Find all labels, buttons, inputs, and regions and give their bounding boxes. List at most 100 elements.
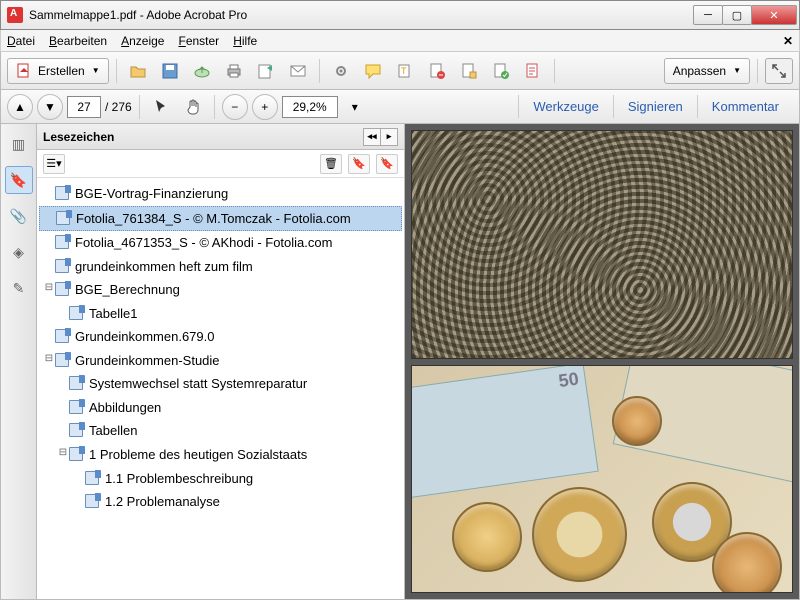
bookmark-item[interactable]: Fotolia_4671353_S - © AKhodi - Fotolia.c… [39, 231, 402, 255]
bookmark-item[interactable]: ⊟Grundeinkommen-Studie [39, 349, 402, 373]
zoom-in-button[interactable]: + [252, 94, 278, 120]
save-button[interactable] [156, 58, 184, 84]
bookmark-item[interactable]: 1.2 Problemanalyse [39, 490, 402, 514]
next-page-button[interactable]: ▼ [37, 94, 63, 120]
bookmark-item[interactable]: Systemwechsel statt Systemreparatur [39, 372, 402, 396]
form-icon [524, 62, 542, 80]
titlebar: Sammelmappe1.pdf - Adobe Acrobat Pro ─ ▢… [0, 0, 800, 30]
page-image-top [411, 130, 793, 359]
bookmarks-tab[interactable]: 🔖 [5, 166, 33, 194]
bookmark-item[interactable]: Grundeinkommen.679.0 [39, 325, 402, 349]
settings-button[interactable] [327, 58, 355, 84]
twisty-icon[interactable]: ⊟ [43, 281, 55, 295]
bookmarks-next-button[interactable]: ▸ [380, 128, 398, 146]
bookmark-icon [69, 423, 85, 437]
bookmark-icon [69, 400, 85, 414]
open-button[interactable] [124, 58, 152, 84]
bookmark-icon [55, 329, 71, 343]
expand-icon [770, 62, 788, 80]
bookmark-label: 1.1 Problembeschreibung [105, 470, 398, 488]
tools-panel-link[interactable]: Werkzeuge [518, 95, 613, 118]
bookmarks-options-button[interactable]: ☰▾ [43, 154, 65, 174]
gear-icon [332, 62, 350, 80]
print-button[interactable] [220, 58, 248, 84]
bookmarks-panel: Lesezeichen ◂◂ ▸ ☰▾ 🗑 🔖 🔖 BGE-Vortrag-Fi… [37, 124, 405, 599]
main-toolbar: Erstellen ▼ T Anpassen ▼ [0, 52, 800, 90]
comment-icon [364, 62, 382, 80]
bookmark-item[interactable]: grundeinkommen heft zum film [39, 255, 402, 279]
bookmark-item[interactable]: ⊟BGE_Berechnung [39, 278, 402, 302]
highlight-button[interactable]: T [391, 58, 419, 84]
prev-page-button[interactable]: ▲ [7, 94, 33, 120]
bookmark-icon [85, 494, 101, 508]
comment-panel-link[interactable]: Kommentar [697, 95, 793, 118]
menu-help[interactable]: Hilfe [233, 34, 257, 48]
page-image-bottom [411, 365, 793, 594]
zoom-dropdown[interactable]: ▾ [342, 94, 368, 120]
sign-panel-link[interactable]: Signieren [613, 95, 697, 118]
bookmarks-tools: ☰▾ 🗑 🔖 🔖 [37, 150, 404, 178]
bookmark-icon [69, 447, 85, 461]
svg-text:T: T [401, 66, 407, 76]
close-doc-button[interactable]: ✕ [783, 34, 793, 48]
bookmark-label: 1.2 Problemanalyse [105, 493, 398, 511]
print-icon [225, 62, 243, 80]
select-tool-button[interactable] [147, 94, 175, 120]
bookmark-item[interactable]: 1.1 Problembeschreibung [39, 467, 402, 491]
signatures-tab[interactable]: ✎ [5, 274, 33, 302]
layers-tab[interactable]: ◈ [5, 238, 33, 266]
share-button[interactable] [252, 58, 280, 84]
pages-tab[interactable]: ▥ [5, 130, 33, 158]
customize-button[interactable]: Anpassen ▼ [664, 58, 750, 84]
bookmark-item[interactable]: ⊟ 1 Probleme des heutigen Sozialstaats [39, 443, 402, 467]
twisty-icon[interactable]: ⊟ [43, 352, 55, 366]
bookmark-item[interactable]: Fotolia_761384_S - © M.Tomczak - Fotolia… [39, 206, 402, 232]
envelope-icon [289, 62, 307, 80]
new-bookmark-button[interactable]: 🔖 [348, 154, 370, 174]
fullscreen-button[interactable] [765, 58, 793, 84]
app-icon [7, 7, 23, 23]
create-icon [16, 62, 34, 80]
menu-file[interactable]: Datei [7, 34, 35, 48]
bookmark-label: 1 Probleme des heutigen Sozialstaats [89, 446, 398, 464]
email-button[interactable] [284, 58, 312, 84]
document-view[interactable] [405, 124, 799, 599]
menu-window[interactable]: Fenster [178, 34, 219, 48]
close-button[interactable]: ✕ [751, 5, 797, 25]
attachments-tab[interactable]: 📎 [5, 202, 33, 230]
delete-page-button[interactable] [423, 58, 451, 84]
menu-edit[interactable]: Bearbeiten [49, 34, 107, 48]
zoom-input[interactable] [282, 96, 338, 118]
bookmark-item[interactable]: BGE-Vortrag-Finanzierung [39, 182, 402, 206]
form-button[interactable] [519, 58, 547, 84]
bookmarks-prev-button[interactable]: ◂◂ [363, 128, 381, 146]
bookmark-label: Abbildungen [89, 399, 398, 417]
zoom-out-button[interactable]: − [222, 94, 248, 120]
bookmarks-tree[interactable]: BGE-Vortrag-Finanzierung Fotolia_761384_S… [37, 178, 404, 599]
bookmark-label: Fotolia_4671353_S - © AKhodi - Fotolia.c… [75, 234, 398, 252]
page-number-input[interactable] [67, 96, 101, 118]
minimize-button[interactable]: ─ [693, 5, 723, 25]
window-title: Sammelmappe1.pdf - Adobe Acrobat Pro [29, 8, 694, 22]
bookmark-item[interactable]: Tabellen [39, 419, 402, 443]
bookmark-icon [85, 471, 101, 485]
delete-bookmark-button[interactable]: 🗑 [320, 154, 342, 174]
new-bookmark-from-button[interactable]: 🔖 [376, 154, 398, 174]
cloud-button[interactable] [188, 58, 216, 84]
twisty-icon[interactable]: ⊟ [57, 446, 69, 460]
menu-view[interactable]: Anzeige [121, 34, 164, 48]
create-button[interactable]: Erstellen ▼ [7, 58, 109, 84]
bookmark-icon [55, 186, 71, 200]
hand-tool-button[interactable] [179, 94, 207, 120]
bookmark-icon [69, 306, 85, 320]
bookmark-icon [55, 353, 71, 367]
bookmark-item[interactable]: Tabelle1 [39, 302, 402, 326]
maximize-button[interactable]: ▢ [722, 5, 752, 25]
bookmark-item[interactable]: Abbildungen [39, 396, 402, 420]
protect-button[interactable] [455, 58, 483, 84]
comment-bubble-button[interactable] [359, 58, 387, 84]
highlight-icon: T [396, 62, 414, 80]
bookmarks-header: Lesezeichen ◂◂ ▸ [37, 124, 404, 150]
bookmark-label: Fotolia_761384_S - © M.Tomczak - Fotolia… [76, 210, 397, 228]
sign-button[interactable] [487, 58, 515, 84]
